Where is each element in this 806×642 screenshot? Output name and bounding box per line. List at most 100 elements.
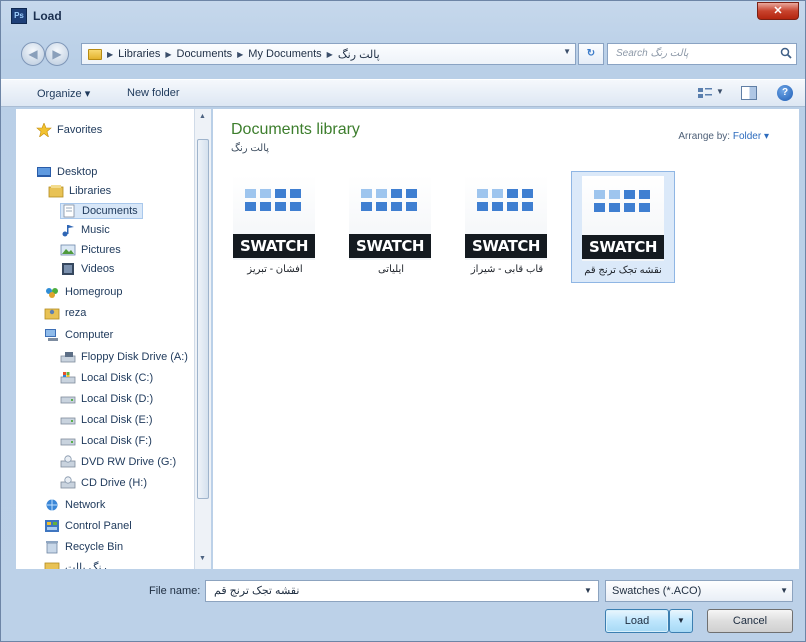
scrollbar-thumb[interactable] [197,139,209,499]
nav-label: Documents [82,205,138,217]
computer-icon [45,329,58,341]
floppy-drive-icon [60,352,76,363]
swatch-tile [376,202,387,211]
file-item-selected[interactable]: SWATCH نقشه تجک ترنج قم [571,171,675,283]
swatch-tile [290,202,301,211]
cd-drive-icon [60,476,76,489]
view-dropdown-icon[interactable]: ▼ [716,87,724,96]
cancel-button[interactable]: Cancel [707,609,793,633]
nav-label: Music [81,224,110,236]
swatch-tile [376,189,387,198]
navigation-scrollbar[interactable]: ▲ ▼ [194,109,211,569]
swatch-tile [361,189,372,198]
search-input[interactable]: Search پالت رنگ [607,43,797,65]
nav-dvd-drive[interactable]: DVD RW Drive (G:) [60,455,176,469]
nav-partial-folder[interactable]: رنگ پالت [44,560,107,569]
file-item[interactable]: SWATCH قاب قابی - شیراز [455,171,559,283]
nav-desktop[interactable]: Desktop [36,165,97,179]
swatch-tile [290,189,301,198]
breadcrumb-my-documents[interactable]: My Documents [248,48,321,60]
swatch-tile [492,189,503,198]
nav-floppy-drive[interactable]: Floppy Disk Drive (A:) [60,350,188,364]
swatch-tile [522,189,533,198]
arrange-by[interactable]: Arrange by: Folder ▾ [678,131,769,142]
nav-disk-c[interactable]: Local Disk (C:) [60,371,153,385]
swatch-tile [406,189,417,198]
organize-menu[interactable]: Organize ▾ [37,87,90,100]
swatch-tile [275,202,286,211]
library-title: Documents library [231,121,360,138]
nav-label: Homegroup [65,286,123,298]
nav-pictures[interactable]: Pictures [60,243,121,257]
nav-disk-e[interactable]: Local Disk (E:) [60,413,153,427]
nav-label: DVD RW Drive (G:) [81,456,177,468]
load-button[interactable]: Load [605,609,669,633]
file-name-input[interactable]: نقشه تجک ترنج قم [205,580,599,602]
swatch-tile [639,190,650,199]
nav-network[interactable]: Network [44,498,105,512]
nav-control-panel[interactable]: Control Panel [44,519,132,533]
file-list: Documents library پالت رنگ Arrange by: F… [213,109,799,569]
nav-label: Network [65,499,106,511]
back-button[interactable]: ◀ [21,42,45,66]
change-view-icon[interactable] [697,86,713,100]
arrange-value[interactable]: Folder ▾ [733,131,769,142]
help-icon[interactable]: ? [777,85,793,101]
load-options-dropdown-button[interactable]: ▼ [669,609,693,633]
swatch-tile [245,202,256,211]
nav-user[interactable]: reza [44,306,86,320]
breadcrumb-separator-icon: ▶ [107,49,114,59]
search-icon[interactable] [780,47,792,59]
nav-disk-d[interactable]: Local Disk (D:) [60,392,153,406]
breadcrumb-documents[interactable]: Documents [177,48,233,60]
nav-label: رنگ پالت [65,561,107,570]
file-name: نقشه تجک ترنج قم [584,265,662,276]
nav-homegroup[interactable]: Homegroup [44,285,122,299]
nav-libraries[interactable]: Libraries [48,184,111,198]
file-type-value: Swatches (*.ACO) [612,585,702,597]
file-item[interactable]: SWATCH افشان - تبریز [223,171,327,283]
nav-cd-drive[interactable]: CD Drive (H:) [60,476,147,490]
nav-label: Local Disk (F:) [81,435,152,447]
swatch-label: SWATCH [349,234,431,258]
swatch-tile [594,203,605,212]
nav-music[interactable]: Music [60,223,110,237]
nav-label: Floppy Disk Drive (A:) [81,351,188,363]
nav-videos[interactable]: Videos [60,262,114,276]
refresh-button[interactable]: ↻ [578,43,604,65]
nav-disk-f[interactable]: Local Disk (F:) [60,434,152,448]
swatch-label: SWATCH [233,234,315,258]
address-bar[interactable]: ▶ Libraries ▶ Documents ▶ My Documents ▶… [81,43,576,65]
file-type-select[interactable]: Swatches (*.ACO) ▼ [605,580,793,602]
scroll-up-icon[interactable]: ▲ [199,113,206,120]
recycle-bin-icon [46,541,58,554]
swatch-tile [477,202,488,211]
nav-documents[interactable]: Documents [60,203,143,219]
disk-drive-icon [60,417,76,425]
nav-label: Local Disk (D:) [81,393,154,405]
breadcrumb-current-folder[interactable]: پالت رنگ [338,48,380,61]
new-folder-button[interactable]: New folder [127,87,180,99]
nav-recycle-bin[interactable]: Recycle Bin [44,540,123,554]
videos-icon [62,263,74,275]
preview-pane-icon[interactable] [741,86,757,100]
nav-label: Desktop [57,166,98,178]
file-item[interactable]: SWATCH ایلیاتی [339,171,443,283]
nav-label: reza [65,307,87,319]
close-button[interactable]: ✕ [757,2,799,20]
chevron-down-icon: ▼ [780,586,788,595]
swatch-tile [260,189,271,198]
breadcrumb-libraries[interactable]: Libraries [118,48,160,60]
forward-button[interactable]: ▶ [45,42,69,66]
control-panel-icon [45,520,59,532]
dvd-drive-icon [60,455,76,468]
file-name-dropdown-icon[interactable]: ▼ [584,586,592,595]
nav-label: Pictures [81,244,121,256]
nav-computer[interactable]: Computer [44,328,113,342]
documents-icon [63,204,75,218]
nav-favorites[interactable]: Favorites [36,123,102,137]
scroll-down-icon[interactable]: ▼ [199,555,206,562]
nav-label: Control Panel [65,520,132,532]
user-folder-icon [44,308,60,320]
address-dropdown-icon[interactable]: ▼ [563,47,571,56]
